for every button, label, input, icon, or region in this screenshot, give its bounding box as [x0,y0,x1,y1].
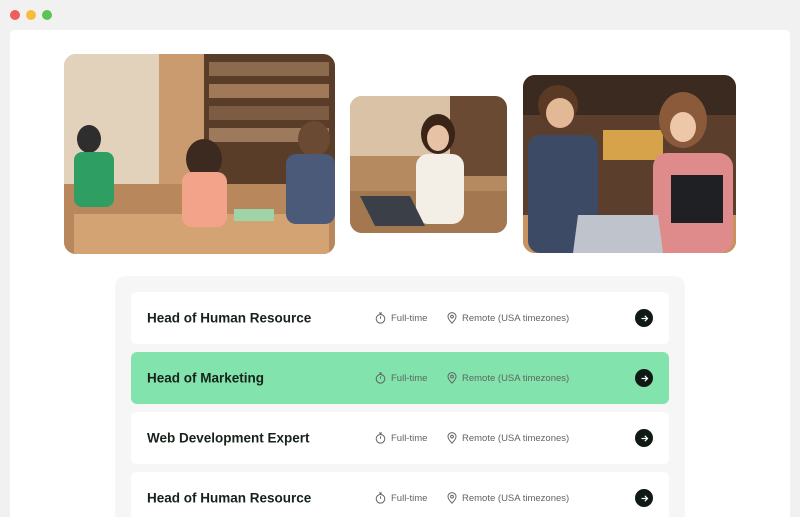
map-pin-icon [447,432,462,444]
woman-with-laptop-photo [350,96,507,233]
job-type-label: Full-time [391,372,428,384]
close-window-button[interactable] [10,10,20,20]
job-title: Head of Human Resource [147,490,312,506]
team-working-at-table-photo [64,54,335,254]
arrow-right-icon [640,434,649,443]
window-titlebar [0,0,800,30]
arrow-right-icon [640,374,649,383]
stopwatch-icon [375,492,391,504]
job-location-label: Remote (USA timezones) [462,432,570,444]
open-job-button[interactable] [635,489,653,507]
job-type: Full-time [375,312,427,324]
job-type: Full-time [375,432,427,444]
arrow-right-icon [640,314,649,323]
map-pin-icon [447,372,462,384]
job-listing-row[interactable]: Web Development Expert Full-time Remote (U… [131,412,669,464]
job-type-label: Full-time [391,492,428,504]
job-listing-row[interactable]: Head of Marketing Full-time Remote (USA ti… [131,352,669,404]
map-pin-icon [447,312,462,324]
job-type-label: Full-time [391,432,428,444]
man-and-woman-with-laptop-photo [523,75,736,253]
job-location: Remote (USA timezones) [447,312,569,324]
stopwatch-icon [375,312,391,324]
job-type: Full-time [375,492,427,504]
job-listing-row[interactable]: Head of Human Resource Full-time Remote (U… [131,292,669,344]
job-listing-row[interactable]: Head of Human Resource Full-time Remote (U… [131,472,669,517]
job-listings-panel: Head of Human Resource Full-time Remote (U… [115,276,685,517]
job-location-label: Remote (USA timezones) [462,492,570,504]
job-title: Head of Marketing [147,370,265,386]
map-pin-icon [447,492,462,504]
job-type-label: Full-time [391,312,428,324]
job-title: Web Development Expert [147,430,310,446]
stopwatch-icon [375,372,391,384]
job-location-label: Remote (USA timezones) [462,312,570,324]
job-location: Remote (USA timezones) [447,492,569,504]
maximize-window-button[interactable] [42,10,52,20]
job-location: Remote (USA timezones) [447,372,569,384]
open-job-button[interactable] [635,429,653,447]
stopwatch-icon [375,432,391,444]
job-location: Remote (USA timezones) [447,432,569,444]
arrow-right-icon [640,494,649,503]
job-location-label: Remote (USA timezones) [462,372,570,384]
job-title: Head of Human Resource [147,310,312,326]
open-job-button[interactable] [635,309,653,327]
browser-content: Head of Human Resource Full-time Remote (U… [10,30,790,517]
job-type: Full-time [375,372,427,384]
open-job-button[interactable] [635,369,653,387]
minimize-window-button[interactable] [26,10,36,20]
